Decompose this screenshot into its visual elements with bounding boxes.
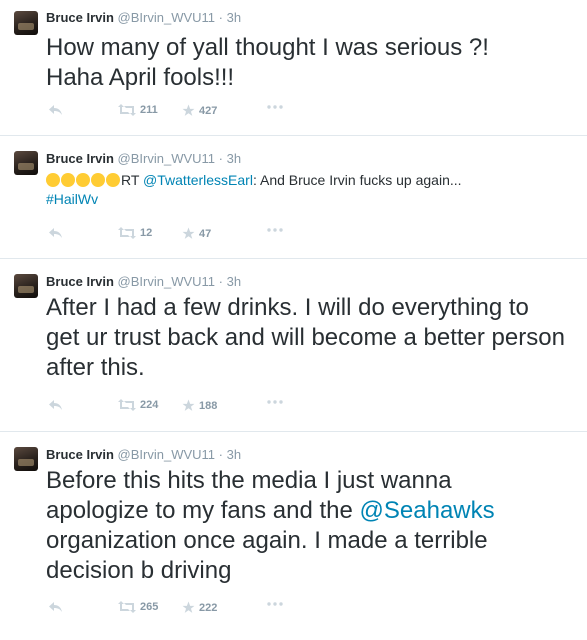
- tweet-3[interactable]: Bruce Irvin @BIrvin_WVU11 · 3h After I h…: [0, 259, 587, 432]
- tweet-timestamp[interactable]: 3h: [227, 447, 241, 462]
- tweet-timestamp[interactable]: 3h: [227, 10, 241, 25]
- retweet-icon: [118, 104, 136, 116]
- retweet-button[interactable]: 224: [118, 399, 158, 411]
- more-button[interactable]: [266, 104, 284, 110]
- reply-button[interactable]: [48, 104, 63, 116]
- tweet-text-content: How many of yall thought I was serious ?…: [46, 34, 489, 91]
- more-button[interactable]: [266, 601, 284, 607]
- retweet-prefix: RT: [121, 172, 144, 188]
- mention-link[interactable]: @TwatterlessEarl: [143, 172, 253, 188]
- face-with-tears-of-joy-emoji-icon: [76, 173, 90, 187]
- tweet-text-content: : And Bruce Irvin fucks up again...: [252, 172, 462, 188]
- tweet-text: After I had a few drinks. I will do ever…: [46, 293, 566, 383]
- author-handle[interactable]: @BIrvin_WVU11: [118, 10, 215, 25]
- more-button[interactable]: [266, 399, 284, 405]
- tweet-4[interactable]: Bruce Irvin @BIrvin_WVU11 · 3h Before th…: [0, 432, 587, 640]
- tweet-text: RT @TwatterlessEarl: And Bruce Irvin fuc…: [46, 171, 566, 209]
- favorite-button[interactable]: 427: [182, 104, 217, 117]
- retweet-button[interactable]: 265: [118, 601, 158, 613]
- reply-arrow-icon: [49, 602, 62, 612]
- author-handle[interactable]: @BIrvin_WVU11: [118, 274, 215, 289]
- retweet-button[interactable]: 211: [118, 104, 158, 116]
- ellipsis-icon: [267, 228, 283, 232]
- face-with-tears-of-joy-emoji-icon: [46, 173, 60, 187]
- separator-dot: ·: [218, 151, 223, 166]
- author-handle[interactable]: @BIrvin_WVU11: [118, 151, 215, 166]
- more-button[interactable]: [266, 227, 284, 233]
- tweet-text: Before this hits the media I just wanna …: [46, 466, 546, 586]
- avatar[interactable]: [14, 11, 38, 35]
- favorite-button[interactable]: 188: [182, 399, 217, 412]
- author-name[interactable]: Bruce Irvin: [46, 151, 114, 166]
- favorite-count: 427: [199, 104, 218, 117]
- tweet-timestamp[interactable]: 3h: [227, 151, 241, 166]
- author-name[interactable]: Bruce Irvin: [46, 447, 114, 462]
- reply-button[interactable]: [48, 399, 63, 411]
- author-handle[interactable]: @BIrvin_WVU11: [118, 447, 215, 462]
- star-icon: [182, 601, 195, 613]
- tweet-1[interactable]: Bruce Irvin @BIrvin_WVU11 · 3h How many …: [0, 0, 587, 136]
- ellipsis-icon: [267, 105, 283, 109]
- reply-arrow-icon: [49, 228, 62, 238]
- face-with-tears-of-joy-emoji-icon: [106, 173, 120, 187]
- face-with-tears-of-joy-emoji-icon: [91, 173, 105, 187]
- favorite-button[interactable]: 47: [182, 227, 211, 240]
- retweet-count: 12: [140, 227, 153, 239]
- star-icon: [182, 227, 195, 239]
- avatar[interactable]: [14, 274, 38, 298]
- tweet-feed: Bruce Irvin @BIrvin_WVU11 · 3h How many …: [0, 0, 587, 637]
- tweet-header: Bruce Irvin @BIrvin_WVU11 · 3h: [46, 10, 241, 26]
- star-icon: [182, 399, 195, 411]
- retweet-button[interactable]: 12: [118, 227, 152, 239]
- tweet-header: Bruce Irvin @BIrvin_WVU11 · 3h: [46, 274, 241, 290]
- ellipsis-icon: [267, 602, 283, 606]
- reply-arrow-icon: [49, 400, 62, 410]
- retweet-icon: [118, 399, 136, 411]
- favorite-count: 222: [199, 601, 218, 614]
- avatar[interactable]: [14, 151, 38, 175]
- author-name[interactable]: Bruce Irvin: [46, 10, 114, 25]
- reply-arrow-icon: [49, 105, 62, 115]
- reply-button[interactable]: [48, 227, 63, 239]
- retweet-icon: [118, 227, 136, 239]
- tweet-text-content: After I had a few drinks. I will do ever…: [46, 294, 565, 381]
- star-icon: [182, 104, 195, 116]
- retweet-count: 224: [140, 399, 159, 411]
- tweet-timestamp[interactable]: 3h: [227, 274, 241, 289]
- separator-dot: ·: [218, 447, 223, 462]
- ellipsis-icon: [267, 400, 283, 404]
- separator-dot: ·: [218, 274, 223, 289]
- favorite-count: 47: [199, 227, 212, 240]
- tweet-header: Bruce Irvin @BIrvin_WVU11 · 3h: [46, 447, 241, 463]
- avatar[interactable]: [14, 447, 38, 471]
- retweet-icon: [118, 601, 136, 613]
- tweet-text: How many of yall thought I was serious ?…: [46, 33, 546, 93]
- mention-link[interactable]: @Seahawks: [360, 497, 495, 524]
- author-name[interactable]: Bruce Irvin: [46, 274, 114, 289]
- hashtag-link[interactable]: #HailWv: [46, 191, 98, 207]
- tweet-text-content-continued: organization once again. I made a terrib…: [46, 527, 488, 584]
- separator-dot: ·: [218, 10, 223, 25]
- tweet-2[interactable]: Bruce Irvin @BIrvin_WVU11 · 3h RT @Twatt…: [0, 136, 587, 259]
- face-with-tears-of-joy-emoji-icon: [61, 173, 75, 187]
- retweet-count: 265: [140, 601, 159, 613]
- reply-button[interactable]: [48, 601, 63, 613]
- retweet-count: 211: [140, 104, 158, 116]
- tweet-header: Bruce Irvin @BIrvin_WVU11 · 3h: [46, 151, 241, 167]
- favorite-count: 188: [199, 399, 218, 412]
- favorite-button[interactable]: 222: [182, 601, 217, 614]
